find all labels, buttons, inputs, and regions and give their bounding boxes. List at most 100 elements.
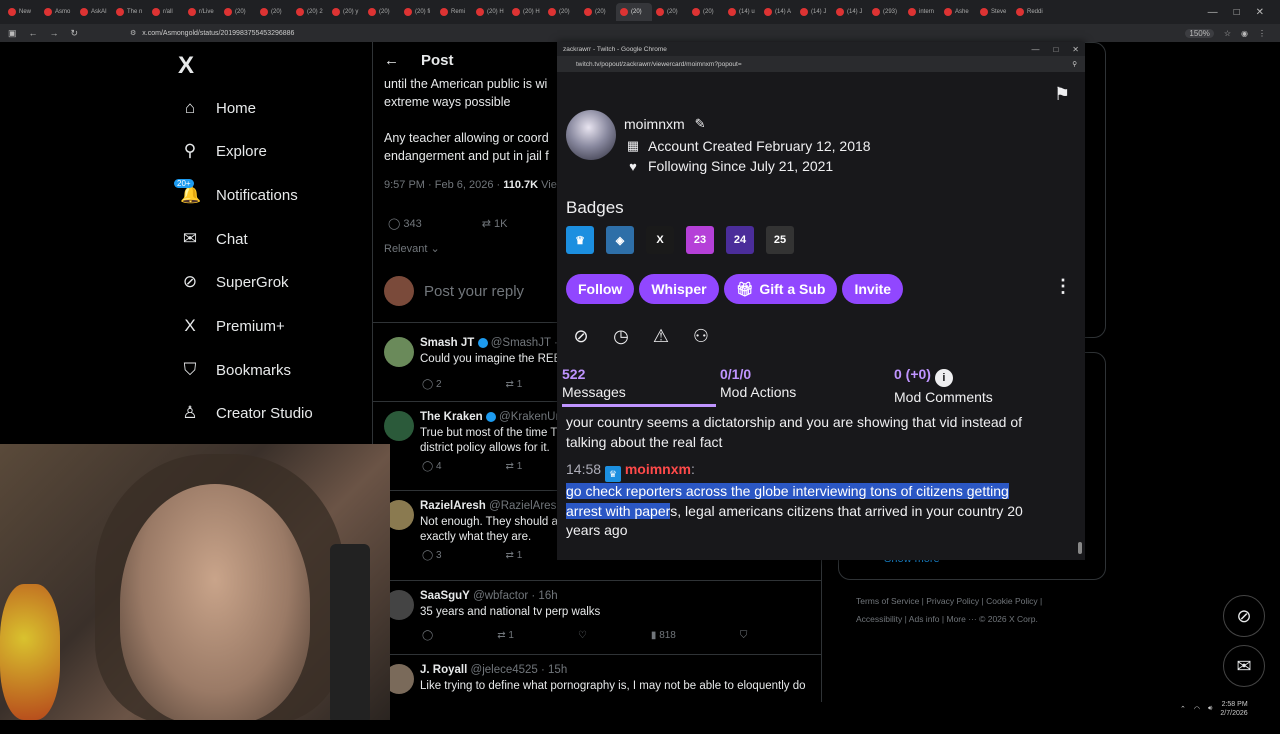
browser-tab[interactable]: (14) A [760, 3, 796, 21]
browser-tab[interactable]: (20) H [472, 3, 508, 21]
reply-icon[interactable]: ◯ 4 [422, 461, 442, 472]
repost-icon[interactable]: ⇄ 1 [506, 379, 523, 390]
avatar[interactable] [384, 337, 414, 367]
close-icon[interactable]: ✕ [1256, 7, 1264, 18]
chat-badge-icon[interactable]: ♛ [566, 226, 594, 254]
volume-icon[interactable]: 🔊︎ [1208, 705, 1212, 713]
browser-tab[interactable]: (20) y [328, 3, 364, 21]
repost-icon[interactable]: ⇄ 1 [506, 461, 523, 472]
sidebar-item-home[interactable]: ⌂ Home [180, 98, 256, 118]
tweet-handle[interactable]: @RazielAresh [489, 500, 563, 512]
browser-tab[interactable]: (20) fi [400, 3, 436, 21]
chat-badge-icon[interactable]: 23 [686, 226, 714, 254]
tweet-author[interactable]: SaaSguY [420, 590, 470, 602]
menu-icon[interactable]: ⋮ [1258, 29, 1266, 38]
sidebar-item-explore[interactable]: ⚲ Explore [180, 141, 267, 161]
sidebar-item-supergrok[interactable]: ⊘ SuperGrok [180, 272, 289, 292]
sidebar-toggle-icon[interactable]: ▣ [8, 28, 17, 39]
site-info-icon[interactable]: ⚙ [130, 29, 136, 37]
minimize-icon[interactable]: — [1031, 45, 1039, 54]
tweet-handle[interactable]: @KrakenUn [499, 411, 562, 423]
ban-icon[interactable]: ⊘ [571, 326, 591, 347]
browser-tab[interactable]: Asmo [40, 3, 76, 21]
profile-icon[interactable]: ◉ [1241, 29, 1248, 38]
back-icon[interactable]: ← [29, 28, 38, 39]
sort-dropdown[interactable]: Relevant ⌄ [384, 242, 440, 255]
browser-tab[interactable]: (14) u [724, 3, 760, 21]
browser-tab[interactable]: (293) [868, 3, 904, 21]
minimize-icon[interactable]: — [1208, 7, 1218, 18]
chat-badge-icon[interactable]: ◈ [606, 226, 634, 254]
browser-tab[interactable]: Remi [436, 3, 472, 21]
back-arrow-icon[interactable]: ← [384, 52, 399, 69]
close-icon[interactable]: ✕ [1072, 45, 1079, 54]
browser-tab[interactable]: (20) [652, 3, 688, 21]
tweet-handle[interactable]: @SmashJT · [491, 337, 558, 349]
repost-count[interactable]: ⇄ 1K [482, 217, 508, 230]
reply-composer[interactable]: Post your reply [384, 276, 524, 306]
repost-icon[interactable]: ⇄ 1 [497, 630, 514, 641]
sidebar-item-chat[interactable]: ✉ Chat [180, 229, 248, 249]
tray-arrow-icon[interactable]: ⌃ [1180, 705, 1186, 713]
browser-tab[interactable]: r/Live [184, 3, 220, 21]
browser-tab[interactable]: (20) [364, 3, 400, 21]
follow-button[interactable]: Follow [566, 274, 635, 304]
add-mod-icon[interactable]: ⚇ [691, 326, 711, 347]
chat-badge-icon[interactable]: 24 [726, 226, 754, 254]
tab-mod-comments[interactable]: 0 (+0) i Mod Comments [894, 366, 993, 405]
forward-icon[interactable]: → [50, 28, 59, 39]
like-icon[interactable]: ♡ [578, 630, 587, 641]
tweet-author[interactable]: J. Royall [420, 664, 467, 676]
timeout-clock-icon[interactable]: ◷ [611, 326, 631, 347]
browser-tab[interactable]: (20) [220, 3, 256, 21]
invite-button[interactable]: Invite [842, 274, 904, 304]
browser-tab[interactable]: (14) J [796, 3, 832, 21]
tweet-handle[interactable]: @jelece4525 · 15h [471, 664, 568, 676]
browser-tab[interactable]: The n [112, 3, 148, 21]
browser-tab[interactable]: Ashe [940, 3, 976, 21]
browser-tab[interactable]: r/all [148, 3, 184, 21]
bookmark-star-icon[interactable]: ☆ [1224, 29, 1231, 38]
browser-tab[interactable]: (20) [616, 3, 652, 21]
reply-tweet[interactable]: J. Royall @jelece4525 · 15h Like trying t… [384, 664, 818, 734]
browser-tab[interactable]: (20) [688, 3, 724, 21]
sidebar-item-bookmarks[interactable]: ⛉ Bookmarks [180, 360, 291, 380]
browser-tab[interactable]: (20) H [508, 3, 544, 21]
chat-scrollbar[interactable] [1078, 412, 1082, 557]
zoom-icon[interactable]: ⚲ [1072, 60, 1077, 68]
browser-tab[interactable]: New [4, 3, 40, 21]
reply-placeholder[interactable]: Post your reply [424, 283, 524, 300]
browser-tab[interactable]: (20) [256, 3, 292, 21]
tab-messages[interactable]: 522 Messages [562, 366, 626, 400]
zoom-level[interactable]: 150% [1185, 28, 1214, 38]
selected-text[interactable]: go check reporters across the globe inte… [566, 483, 1009, 499]
browser-tab[interactable]: intern [904, 3, 940, 21]
report-flag-icon[interactable]: ⚑ [1054, 84, 1070, 105]
views-icon[interactable]: ▮ 818 [651, 630, 676, 641]
tweet-author[interactable]: Smash JT [420, 337, 474, 349]
grok-float-button[interactable]: ⊘ [1223, 595, 1265, 637]
maximize-icon[interactable]: □ [1234, 7, 1240, 18]
tweet-author[interactable]: RazielAresh [420, 500, 486, 512]
selected-text[interactable]: arrest with paper [566, 502, 671, 519]
wifi-icon[interactable]: ◠ [1194, 705, 1200, 713]
browser-tab[interactable]: (20) [580, 3, 616, 21]
browser-tab[interactable]: (20) 2 [292, 3, 328, 21]
info-icon[interactable]: i [934, 369, 953, 387]
url-field[interactable]: x.com/Asmongold/status/20199837554532968… [142, 30, 294, 37]
pencil-icon[interactable]: ✎ [695, 116, 706, 132]
tab-mod-actions[interactable]: 0/1/0 Mod Actions [720, 366, 796, 400]
messages-float-button[interactable]: ✉ [1223, 645, 1265, 687]
avatar[interactable] [384, 411, 414, 441]
tweet-author[interactable]: The Kraken [420, 411, 483, 423]
browser-tab[interactable]: (14) J [832, 3, 868, 21]
repost-icon[interactable]: ⇄ 1 [506, 550, 523, 561]
x-logo[interactable]: X [178, 52, 194, 80]
reload-icon[interactable]: ↻ [71, 28, 79, 39]
reply-count[interactable]: ◯ 343 [388, 217, 422, 230]
chat-badge-icon[interactable]: 25 [766, 226, 794, 254]
reply-icon[interactable]: ◯ [422, 630, 433, 641]
sidebar-item-notifications[interactable]: 🔔 Notifications 20+ [174, 179, 298, 205]
whisper-button[interactable]: Whisper [639, 274, 719, 304]
bookmark-icon[interactable]: ⛉ [740, 630, 748, 641]
